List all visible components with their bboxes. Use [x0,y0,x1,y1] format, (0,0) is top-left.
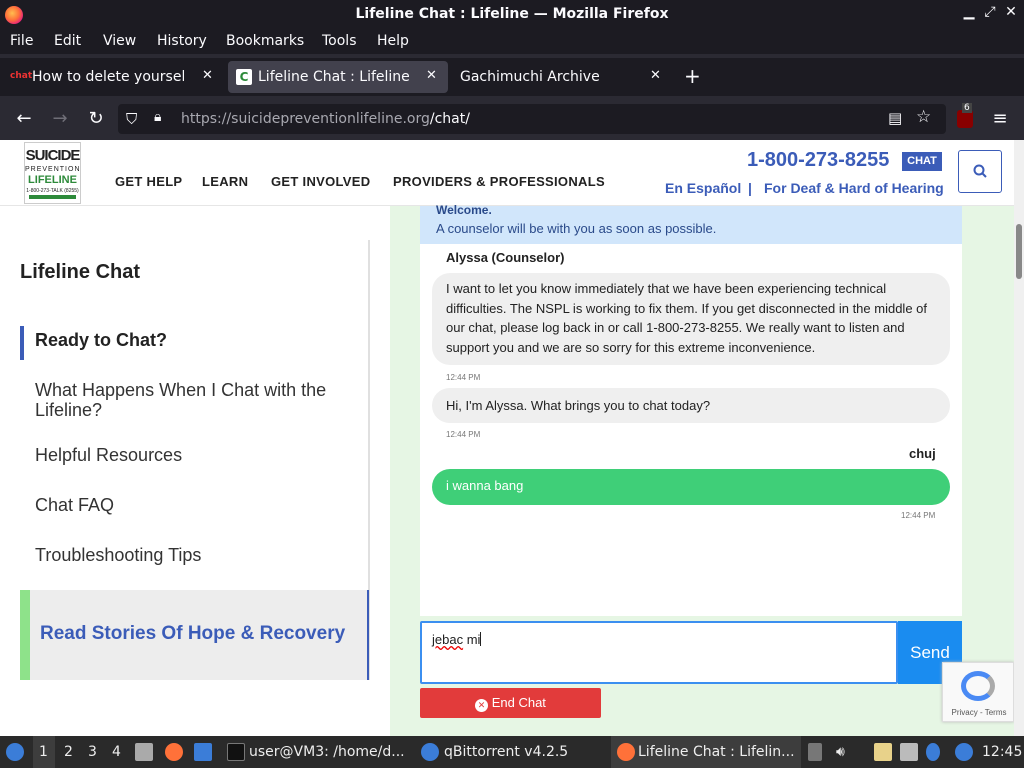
nav-get-help[interactable]: GET HELP [115,174,182,189]
window-title: Lifeline Chat : Lifeline — Mozilla Firef… [355,6,669,22]
tray-qbittorrent-icon[interactable] [955,743,973,761]
firefox-launcher-icon[interactable] [165,743,183,761]
file-manager-icon[interactable] [135,743,153,761]
hamburger-menu-icon[interactable]: ≡ [990,109,1010,129]
workspace-4[interactable]: 4 [112,744,121,760]
recaptcha-icon [961,671,995,701]
task-terminal[interactable]: user@VM3: /home/d... [249,744,405,760]
close-circle-icon: ✕ [475,699,489,712]
espanol-link[interactable]: En Español [665,180,741,196]
taskbar: 1 2 3 4 user@VM3: /home/d... qBittorrent… [0,736,1024,768]
page-scrollbar[interactable] [1014,140,1024,736]
tray-notes-icon[interactable] [874,743,892,761]
lock-icon[interactable]: 🔒︎ [154,109,161,125]
chat-input-value: jebac mi [432,632,482,647]
reader-view-icon[interactable]: ▤ [888,109,902,127]
window-titlebar: Lifeline Chat : Lifeline — Mozilla Firef… [0,0,1024,30]
sidebar-item-helpful-resources[interactable]: Helpful Resources [35,445,355,465]
url-text: https://suicidepreventionlifeline.org/ch… [181,111,470,127]
workspace-1[interactable]: 1 [39,744,48,760]
message-timestamp: 12:44 PM [446,430,481,439]
welcome-banner: Welcome. A counselor will be with you as… [420,203,962,244]
volume-icon[interactable]: 🔊︎ [836,744,845,760]
extension-badge: 6 [962,103,972,113]
terminal-icon [227,743,245,761]
back-arrow-icon[interactable]: ← [14,109,34,129]
start-menu-icon[interactable] [6,743,24,761]
tab-favicon-icon: C [236,69,252,85]
task-firefox[interactable]: Lifeline Chat : Lifelin... [638,744,795,760]
user-name: chuj [909,446,936,461]
counselor-name: Alyssa (Counselor) [446,250,565,265]
chat-badge[interactable]: CHAT [902,152,942,171]
maximize-icon[interactable]: ⤢ [980,4,1000,20]
navigation-bar: ← → ↻ ⛉ 🔒︎ https://suicidepreventionlife… [0,100,1024,138]
end-chat-button[interactable]: ✕ End Chat [420,688,601,718]
site-header: SUICIDE PREVENTION LIFELINE 1-800-273-TA… [0,140,1014,206]
nav-get-involved[interactable]: GET INVOLVED [271,174,370,189]
task-qbittorrent[interactable]: qBittorrent v4.2.5 [444,744,568,760]
deaf-hard-of-hearing-link[interactable]: For Deaf & Hard of Hearing [764,180,944,196]
sidebar-item-troubleshooting[interactable]: Troubleshooting Tips [35,545,355,565]
tab-close-icon[interactable]: ✕ [650,68,661,83]
nav-learn[interactable]: LEARN [202,174,248,189]
message-timestamp: 12:44 PM [446,373,481,382]
tab-close-icon[interactable]: ✕ [426,68,437,83]
sidebar: Lifeline Chat Ready to Chat? What Happen… [0,206,390,736]
tab-close-icon[interactable]: ✕ [202,68,213,83]
clock: 12:45 [982,744,1023,760]
reload-icon[interactable]: ↻ [86,109,106,129]
tab-lifeline-chat[interactable]: C Lifeline Chat : Lifeline ✕ [228,61,448,93]
lifeline-logo[interactable]: SUICIDE PREVENTION LIFELINE 1-800-273-TA… [24,142,81,204]
desktop-icon[interactable] [194,743,212,761]
sidebar-item-ready-to-chat[interactable]: Ready to Chat? [35,330,355,350]
workspace-2[interactable]: 2 [64,744,73,760]
bookmark-star-icon[interactable]: ☆ [916,107,931,127]
link-separator: | [748,180,752,196]
sidebar-item-chat-faq[interactable]: Chat FAQ [35,495,355,515]
close-window-icon[interactable]: ✕ [1001,4,1021,20]
scrollbar-thumb[interactable] [1016,224,1022,279]
url-bar[interactable]: ⛉ 🔒︎ https://suicidepreventionlifeline.o… [118,104,946,134]
user-message: i wanna bang [432,469,950,505]
active-indicator [20,326,24,360]
menu-edit[interactable]: Edit [54,33,81,49]
tab-bar: chat How to delete yourself fr ✕ C Lifel… [0,58,1024,96]
tab-favicon-icon: chat [10,71,33,81]
stories-of-hope-link[interactable]: Read Stories Of Hope & Recovery [20,590,369,680]
site-search-button[interactable] [958,150,1002,193]
menu-history[interactable]: History [157,33,207,49]
menu-bar: File Edit View History Bookmarks Tools H… [0,30,1024,54]
menu-view[interactable]: View [103,33,136,49]
menu-help[interactable]: Help [377,33,409,49]
phone-number-link[interactable]: 1-800-273-8255 [747,149,889,172]
network-icon[interactable] [900,743,918,761]
menu-bookmarks[interactable]: Bookmarks [226,33,304,49]
recaptcha-badge[interactable]: Privacy - Terms [942,662,1014,722]
menu-tools[interactable]: Tools [322,33,357,49]
sidebar-title: Lifeline Chat [20,261,141,283]
tab-gachimuchi[interactable]: Gachimuchi Archive ✕ [452,61,672,93]
search-icon [973,164,987,178]
tab-delete-yourself[interactable]: chat How to delete yourself fr ✕ [2,61,224,93]
firefox-task-icon [617,743,635,761]
new-tab-button[interactable]: + [684,64,706,96]
nav-providers[interactable]: PROVIDERS & PROFESSIONALS [393,174,605,189]
minimize-icon[interactable]: ▁ [959,4,979,20]
sidebar-item-what-happens[interactable]: What Happens When I Chat with the Lifeli… [35,380,355,420]
forward-arrow-icon[interactable]: → [50,109,70,129]
tray-clipboard-icon[interactable] [808,743,822,761]
page-viewport: SUICIDE PREVENTION LIFELINE 1-800-273-TA… [0,140,1024,736]
info-icon[interactable] [926,743,940,761]
menu-file[interactable]: File [10,33,33,49]
message-timestamp: 12:44 PM [901,511,936,520]
qbittorrent-icon [421,743,439,761]
shield-icon[interactable]: ⛉ [126,110,137,128]
chat-message-input[interactable]: jebac mi [420,621,898,684]
counselor-message: Hi, I'm Alyssa. What brings you to chat … [432,388,950,423]
chat-transcript[interactable]: Welcome. A counselor will be with you as… [420,203,962,616]
counselor-message: I want to let you know immediately that … [432,273,950,365]
workspace-3[interactable]: 3 [88,744,97,760]
